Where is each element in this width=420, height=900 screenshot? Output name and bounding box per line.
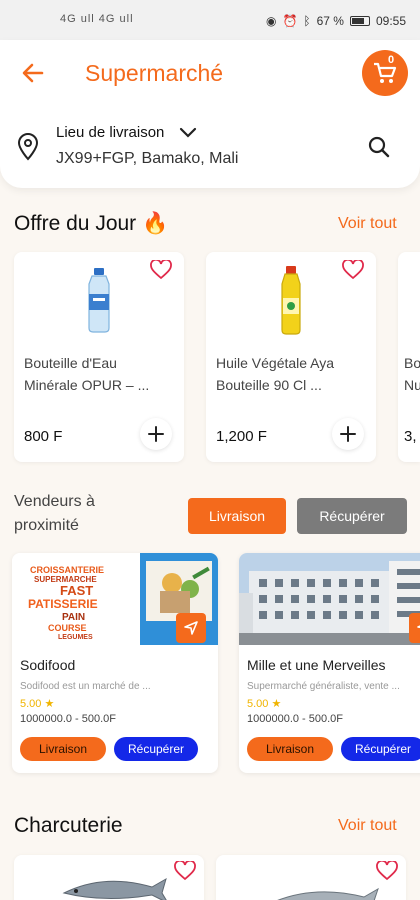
product-price: 1,200 F: [216, 428, 267, 445]
banner-word: PAIN: [62, 612, 86, 623]
offers-section-title: Offre du Jour 🔥: [14, 212, 169, 235]
app-header: Supermarché 0 Lieu de livraison JX99+FGP…: [0, 40, 420, 188]
vendor-banner-image: CROISSANTERIE SUPERMARCHE FAST PATISSERI…: [12, 553, 218, 645]
battery-icon: [349, 16, 370, 26]
plus-icon: [148, 426, 164, 442]
vendor-rating: 5.00 ★: [247, 697, 281, 710]
chevron-down-icon[interactable]: [178, 126, 198, 140]
cart-count-badge: 0: [388, 54, 395, 66]
signal-indicator: 4G ull 4G ull: [60, 13, 134, 25]
charcuterie-see-all-link[interactable]: Voir tout: [338, 817, 397, 835]
banner-word: CROISSANTERIE: [30, 565, 105, 575]
vendor-name: Mille et une Merveilles: [247, 657, 386, 673]
vendor-price-range: 1000000.0 - 500.0F: [247, 713, 344, 725]
product-name: Bo Nu: [404, 355, 420, 393]
banner-word: COURSE: [48, 623, 87, 633]
product-card[interactable]: Bouteille d'Eau Minérale OPUR – ... 800 …: [14, 252, 184, 462]
product-name: Bouteille d'Eau Minérale OPUR – ...: [24, 355, 150, 393]
vendor-directions-button[interactable]: [176, 613, 206, 643]
search-button[interactable]: [366, 134, 392, 160]
product-card[interactable]: [216, 855, 406, 900]
product-card[interactable]: Bo Nu 3,: [398, 252, 420, 462]
delivery-location-selector[interactable]: Lieu de livraison: [56, 124, 164, 141]
water-bottle-image: [88, 268, 110, 333]
product-price: 3,: [404, 428, 417, 445]
banner-word: FAST: [60, 583, 94, 598]
product-card[interactable]: Huile Végétale Aya Bouteille 90 Cl ... 1…: [206, 252, 376, 462]
vendor-pickup-button[interactable]: Récupérer: [341, 737, 420, 761]
vendor-price-range: 1000000.0 - 500.0F: [20, 713, 117, 725]
fish-image: [62, 877, 167, 900]
vendor-rating: 5.00 ★: [20, 697, 54, 710]
vendor-description: Sodifood est un marché de ...: [20, 681, 151, 692]
charcuterie-section-title: Charcuterie: [14, 814, 123, 837]
clock: 09:55: [375, 14, 406, 28]
oil-bottle-image: [281, 266, 301, 335]
product-price: 800 F: [24, 428, 63, 445]
vendor-delivery-button[interactable]: Livraison: [20, 737, 106, 761]
vendor-pickup-button[interactable]: Récupérer: [114, 737, 198, 761]
location-pin-icon: [17, 133, 39, 161]
vendor-directions-button[interactable]: [409, 613, 420, 643]
cart-button[interactable]: [362, 50, 408, 96]
banner-word: LEGUMES: [58, 634, 93, 641]
vendor-card[interactable]: CROISSANTERIE SUPERMARCHE FAST PATISSERI…: [12, 553, 218, 773]
heart-icon[interactable]: [342, 260, 364, 280]
plus-icon: [340, 426, 356, 442]
alarm-icon: ⏰: [282, 14, 298, 28]
heart-icon[interactable]: [150, 260, 172, 280]
add-to-cart-button[interactable]: [140, 418, 172, 450]
navigation-arrow-icon: [184, 621, 198, 635]
navigation-arrow-icon: [417, 625, 420, 629]
status-bar: 4G ull 4G ull ◉ ⏰ ᛒ 67 % 09:55: [0, 0, 420, 40]
vendors-section-title: Vendeurs à proximité: [14, 493, 95, 534]
vendor-delivery-button[interactable]: Livraison: [247, 737, 333, 761]
eye-icon: ◉: [265, 14, 277, 28]
battery-percent: 67 %: [316, 14, 344, 28]
add-to-cart-button[interactable]: [332, 418, 364, 450]
rating-value: 5.00: [247, 698, 269, 710]
bluetooth-icon: ᛒ: [303, 14, 311, 28]
rating-value: 5.00: [20, 698, 42, 710]
star-icon: ★: [44, 698, 55, 710]
star-icon: ★: [271, 698, 282, 710]
fish-image: [277, 887, 379, 900]
heart-icon[interactable]: [174, 861, 196, 881]
vendor-description: Supermarché généraliste, vente ...: [247, 681, 400, 692]
pickup-filter-button[interactable]: Récupérer: [297, 498, 407, 534]
product-card[interactable]: [14, 855, 204, 900]
arrow-left-icon: [22, 63, 44, 83]
vendor-banner-image: [239, 553, 420, 645]
offers-see-all-link[interactable]: Voir tout: [338, 215, 397, 233]
banner-word: PATISSERIE: [28, 597, 98, 611]
page-title: Supermarché: [85, 60, 224, 86]
search-icon: [368, 136, 390, 158]
delivery-address: JX99+FGP, Bamako, Mali: [56, 150, 239, 167]
delivery-filter-button[interactable]: Livraison: [188, 498, 286, 534]
back-button[interactable]: [20, 60, 50, 90]
vendor-name: Sodifood: [20, 657, 76, 673]
vendor-card[interactable]: Mille et une Merveilles Supermarché géné…: [239, 553, 420, 773]
product-name: Huile Végétale Aya Bouteille 90 Cl ...: [216, 355, 335, 393]
